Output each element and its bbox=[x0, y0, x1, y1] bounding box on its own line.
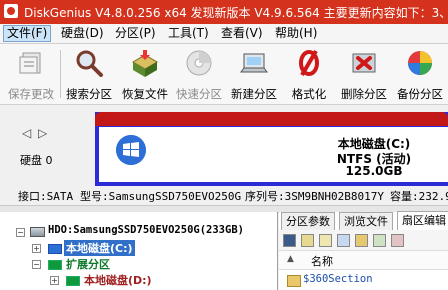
disk-info-bar: 接口:SATA 型号:SamsungSSD750EVO250G 序列号:3SM9… bbox=[0, 186, 448, 204]
refresh-icon[interactable] bbox=[337, 234, 350, 247]
tree-disk-label: HDO:SamsungSSD750EVO250G(233GB) bbox=[48, 224, 244, 236]
recover-files-icon bbox=[132, 50, 158, 77]
quick-partition-button[interactable]: 快速分区 bbox=[172, 46, 226, 102]
format-button[interactable]: 格式化 bbox=[282, 46, 336, 102]
sort-up-icon: ▲ bbox=[287, 254, 294, 264]
delete-icon[interactable] bbox=[391, 234, 404, 247]
new-partition-label: 新建分区 bbox=[231, 87, 277, 101]
extended-partition-icon bbox=[48, 260, 62, 270]
disk-label: 硬盘 0 bbox=[20, 154, 53, 167]
tab-browse-files[interactable]: 浏览文件 bbox=[339, 212, 393, 230]
capacity-info: 容量:232.9 bbox=[390, 190, 448, 203]
menu-tools[interactable]: 工具(T) bbox=[165, 26, 212, 41]
tree-disk-row[interactable]: − HDO:SamsungSSD750EVO250G(233GB) bbox=[0, 224, 277, 240]
window-title: DiskGenius V4.8.0.256 x64 发现新版本 V4.9.6.5… bbox=[24, 6, 448, 20]
search-partition-icon bbox=[76, 50, 103, 77]
file-list-header: ▲ 名称 bbox=[279, 251, 448, 270]
model-info: 型号:SamsungSSD750EVO250G bbox=[80, 190, 242, 203]
previous-disk-arrow-icon[interactable]: ◁ bbox=[22, 126, 31, 140]
collapse-icon[interactable]: − bbox=[32, 260, 41, 269]
tree-partition-d-label: 本地磁盘(D:) bbox=[84, 274, 152, 287]
delete-partition-label: 删除分区 bbox=[341, 87, 387, 101]
paste-icon[interactable] bbox=[319, 234, 332, 247]
expand-icon[interactable]: + bbox=[50, 276, 59, 285]
tab-sector-editor[interactable]: 扇区编辑 bbox=[397, 211, 448, 230]
delete-partition-button[interactable]: 删除分区 bbox=[337, 46, 391, 102]
title-bar: DiskGenius V4.8.0.256 x64 发现新版本 V4.9.6.5… bbox=[0, 0, 448, 24]
file-row[interactable]: $360Section bbox=[279, 272, 448, 290]
disk-drive-icon bbox=[30, 227, 45, 237]
save-changes-label: 保存更改 bbox=[8, 87, 54, 101]
menu-disk[interactable]: 硬盘(D) bbox=[58, 26, 107, 41]
format-icon bbox=[299, 49, 319, 77]
recover-files-label: 恢复文件 bbox=[122, 87, 168, 101]
interface-info: 接口:SATA bbox=[18, 190, 74, 203]
partition-bar-header bbox=[95, 112, 448, 126]
tree-partition-c-label: 本地磁盘(C:) bbox=[64, 240, 135, 256]
new-partition-button[interactable]: 新建分区 bbox=[227, 46, 281, 102]
search-partition-button[interactable]: 搜索分区 bbox=[62, 46, 116, 102]
tree-partition-row[interactable]: + 本地磁盘(D:) bbox=[0, 272, 277, 288]
file-name: $360Section bbox=[303, 273, 373, 285]
disk-tree-panel: − HDO:SamsungSSD750EVO250G(233GB) + 本地磁盘… bbox=[0, 212, 278, 290]
column-name[interactable]: 名称 bbox=[311, 253, 333, 269]
folder-icon[interactable] bbox=[355, 234, 368, 247]
format-label: 格式化 bbox=[291, 87, 327, 101]
backup-partition-icon bbox=[408, 51, 432, 75]
save-icon bbox=[19, 52, 41, 74]
menu-view[interactable]: 查看(V) bbox=[218, 26, 266, 41]
save-icon[interactable] bbox=[283, 234, 296, 247]
next-disk-arrow-icon[interactable]: ▷ bbox=[38, 126, 47, 140]
recover-files-button[interactable]: 恢复文件 bbox=[118, 46, 172, 102]
delete-partition-icon bbox=[352, 53, 376, 73]
menu-bar: 文件(F) 硬盘(D) 分区(P) 工具(T) 查看(V) 帮助(H) bbox=[0, 24, 448, 44]
collapse-icon[interactable]: − bbox=[16, 228, 25, 237]
search-partition-label: 搜索分区 bbox=[66, 87, 112, 101]
tree-partition-row[interactable]: + 本地磁盘(C:) bbox=[0, 240, 277, 256]
app-icon bbox=[4, 4, 18, 18]
tree-extended-label: 扩展分区 bbox=[66, 258, 110, 271]
menu-partition[interactable]: 分区(P) bbox=[112, 26, 159, 41]
expand-icon[interactable]: + bbox=[32, 244, 41, 253]
menu-file[interactable]: 文件(F) bbox=[3, 25, 52, 42]
quick-partition-label: 快速分区 bbox=[176, 87, 222, 101]
quick-partition-icon bbox=[186, 50, 212, 76]
partition-icon bbox=[48, 244, 62, 254]
file-toolbar bbox=[279, 230, 448, 251]
save-changes-button[interactable]: 保存更改 bbox=[4, 46, 58, 102]
tab-partition-params[interactable]: 分区参数 bbox=[281, 212, 335, 230]
windows-logo-icon bbox=[116, 135, 146, 165]
folder-icon bbox=[287, 275, 301, 287]
backup-partition-button[interactable]: 备份分区 bbox=[393, 46, 447, 102]
copy-icon[interactable] bbox=[301, 234, 314, 247]
toolbar-separator bbox=[60, 50, 61, 98]
volume-size: 125.0GB bbox=[345, 164, 403, 178]
new-partition-icon bbox=[240, 53, 268, 73]
menu-help[interactable]: 帮助(H) bbox=[272, 26, 320, 41]
properties-icon[interactable] bbox=[373, 234, 386, 247]
partition-icon bbox=[66, 276, 80, 286]
backup-partition-label: 备份分区 bbox=[397, 87, 443, 101]
toolbar: 保存更改 搜索分区 恢复文件 快速分区 新建分区 格式化 删除分区 备份分区 bbox=[0, 44, 448, 105]
serial-info: 序列号:3SM9BNH02B8017Y bbox=[245, 190, 384, 203]
tree-partition-row[interactable]: − 扩展分区 bbox=[0, 256, 277, 272]
